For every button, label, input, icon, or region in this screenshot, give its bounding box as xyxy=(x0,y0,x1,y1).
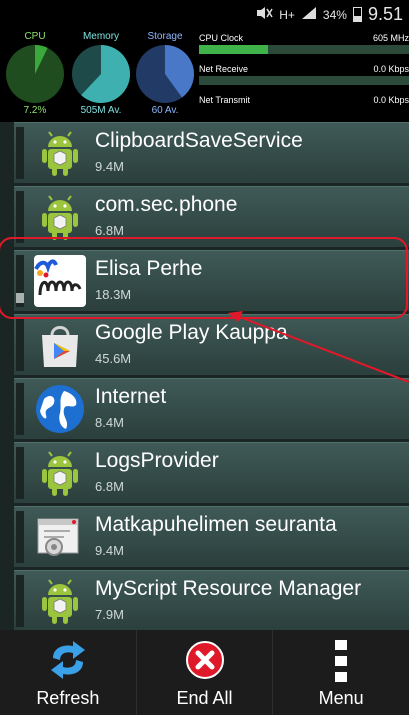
refresh-icon xyxy=(50,641,85,679)
selection-marker[interactable] xyxy=(16,191,24,243)
storage-gauge-title: Storage xyxy=(147,31,183,42)
clock: 9.51 xyxy=(367,4,403,24)
app-name: com.sec.phone xyxy=(95,193,238,216)
stat-label: CPU Clock xyxy=(199,33,244,43)
stat-label: Net Receive xyxy=(199,64,249,74)
list-item[interactable]: Google Play Kauppa 45.6M xyxy=(14,314,409,375)
app-name: ClipboardSaveService xyxy=(95,129,303,152)
app-name: Elisa Perhe xyxy=(95,257,203,280)
android-icon xyxy=(42,131,78,176)
list-item[interactable]: Elisa Perhe 18.3M xyxy=(14,250,409,311)
app-size: 6.8M xyxy=(95,223,124,238)
cpu-gauge-title: CPU xyxy=(24,31,46,42)
cpu-gauge-value: 7.2% xyxy=(23,105,47,116)
app-name: Matkapuhelimen seuranta xyxy=(95,513,337,536)
end-all-label: End All xyxy=(176,688,233,708)
app-size: 6.8M xyxy=(95,479,124,494)
list-item[interactable]: com.sec.phone 6.8M xyxy=(14,186,409,247)
overflow-menu-icon xyxy=(335,640,348,682)
app-size: 9.4M xyxy=(95,543,124,558)
battery-percent: 34% xyxy=(322,7,347,22)
selection-marker[interactable] xyxy=(16,383,24,435)
battery-icon xyxy=(352,7,362,22)
memory-gauge: Memory 505M Av. xyxy=(68,30,134,116)
stat-label: Net Transmit xyxy=(199,95,251,105)
selection-marker[interactable] xyxy=(16,447,24,499)
signal-icon xyxy=(301,6,317,24)
storage-pie xyxy=(136,45,194,103)
stat-cpu-clock: CPU Clock 605 MHz xyxy=(197,30,409,61)
stat-bar xyxy=(199,76,409,85)
app-size: 9.4M xyxy=(95,159,124,174)
stat-net-transmit: Net Transmit 0.0 Kbps xyxy=(197,92,409,123)
android-icon xyxy=(42,451,78,496)
selection-marker[interactable] xyxy=(16,319,24,371)
app-size: 7.9M xyxy=(95,607,124,622)
cpu-gauge: CPU 7.2% xyxy=(2,30,68,116)
app-name: Google Play Kauppa xyxy=(95,321,288,344)
refresh-button[interactable]: Refresh xyxy=(0,630,137,715)
memory-pie xyxy=(72,45,130,103)
globe-icon xyxy=(36,385,84,433)
google-play-icon xyxy=(42,326,78,367)
system-monitor[interactable]: CPU 7.2% Memory 505M Av. Storage 60 Av. … xyxy=(0,30,409,122)
selection-marker[interactable] xyxy=(16,511,24,563)
memory-gauge-value: 505M Av. xyxy=(80,105,122,116)
app-size: 8.4M xyxy=(95,415,124,430)
stat-value: 0.0 Kbps xyxy=(373,64,409,74)
end-all-button[interactable]: End All xyxy=(137,630,274,715)
stat-bar-fill xyxy=(199,45,269,54)
memory-gauge-title: Memory xyxy=(82,31,120,42)
list-item[interactable]: LogsProvider 6.8M xyxy=(14,442,409,503)
storage-gauge-value: 60 Av. xyxy=(151,105,179,116)
stat-value: 605 MHz xyxy=(372,33,409,43)
app-name: MyScript Resource Manager xyxy=(95,577,362,600)
network-type: H+ xyxy=(279,7,295,22)
close-icon xyxy=(185,641,224,679)
selection-marker[interactable] xyxy=(16,575,24,627)
app-size: 45.6M xyxy=(95,351,132,366)
menu-label: Menu xyxy=(318,688,364,708)
stat-bar xyxy=(199,45,409,54)
refresh-label: Refresh xyxy=(36,688,100,708)
status-bar: H+ 34% 9.51 xyxy=(0,0,409,30)
android-icon xyxy=(42,579,78,624)
app-size: 18.3M xyxy=(95,287,132,302)
list-item[interactable]: MyScript Resource Manager 7.9M xyxy=(14,570,409,630)
selection-marker[interactable] xyxy=(16,127,24,179)
stats-panel: CPU Clock 605 MHz Net Receive 0.0 Kbps N… xyxy=(197,30,409,123)
app-name: LogsProvider xyxy=(95,449,219,472)
cpu-pie xyxy=(6,45,64,103)
stat-value: 0.0 Kbps xyxy=(373,95,409,105)
stat-net-receive: Net Receive 0.0 Kbps xyxy=(197,61,409,92)
list-item[interactable]: Matkapuhelimen seuranta 9.4M xyxy=(14,506,409,567)
storage-gauge: Storage 60 Av. xyxy=(132,30,198,116)
elisa-perhe-icon xyxy=(34,255,86,307)
app-list[interactable]: ClipboardSaveService 9.4M com.sec.phone … xyxy=(0,122,409,630)
list-item[interactable]: ClipboardSaveService 9.4M xyxy=(14,122,409,183)
list-item[interactable]: Internet 8.4M xyxy=(14,378,409,439)
mute-icon xyxy=(255,6,273,24)
bottom-toolbar: Refresh End All Menu xyxy=(0,630,409,715)
settings-window-icon xyxy=(37,518,79,556)
menu-button[interactable]: Menu xyxy=(273,630,409,715)
app-name: Internet xyxy=(95,385,167,408)
android-icon xyxy=(42,195,78,240)
selection-marker[interactable] xyxy=(16,255,24,307)
status-icons: H+ 34% 9.51 xyxy=(255,4,403,25)
